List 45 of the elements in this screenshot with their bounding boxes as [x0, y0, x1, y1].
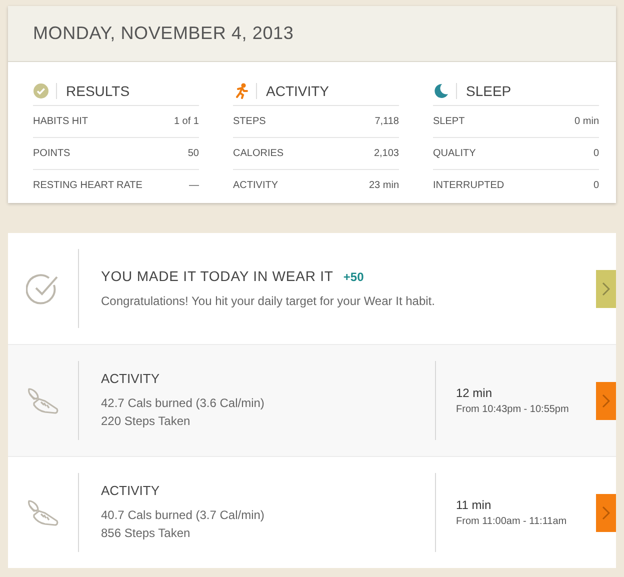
check-icon: [33, 82, 49, 98]
stat-value: 0 min: [574, 116, 599, 127]
stat-label: POINTS: [33, 148, 70, 159]
stat-label: HABITS HIT: [33, 116, 88, 127]
feed-text: Congratulations! You hit your daily target for your Wear It habit.: [101, 292, 436, 310]
stat-value: 1 of 1: [174, 116, 199, 127]
moon-icon: [433, 82, 449, 98]
feed-text: 42.7 Cals burned (3.6 Cal/min): [101, 395, 266, 412]
duration: 12 min: [456, 386, 494, 400]
stat-label: SLEPT: [433, 116, 465, 127]
points-label: +50: [343, 270, 364, 284]
stat-label: STEPS: [233, 116, 266, 127]
feed-text: 220 Steps Taken: [101, 413, 192, 430]
time-range: From 10:43pm - 10:55pm: [456, 404, 570, 415]
stat-value: 23 min: [368, 180, 399, 191]
section-title: SLEEP: [466, 82, 512, 98]
feed-title: ACTIVITY: [101, 483, 160, 498]
stat-label: CALORIES: [233, 148, 284, 159]
date-title: MONDAY, NOVEMBER 4, 2013: [33, 23, 294, 44]
stat-value: —: [189, 180, 199, 191]
stat-value: 0: [593, 148, 599, 159]
feed-title: ACTIVITY: [101, 371, 160, 386]
time-range: From 11:00am - 11:11am: [456, 516, 568, 527]
stat-value: 50: [188, 148, 199, 159]
stat-label: INTERRUPTED: [433, 180, 504, 191]
runner-icon: [233, 82, 249, 98]
details-button[interactable]: [596, 382, 616, 420]
checkmark-circle-icon: [26, 272, 60, 306]
chevron-right-icon: [602, 506, 610, 520]
chevron-right-icon: [602, 394, 610, 408]
stat-label: RESTING HEART RATE: [33, 180, 142, 191]
details-button[interactable]: [596, 494, 616, 532]
section-title: RESULTS: [66, 82, 130, 98]
feed-text: 40.7 Cals burned (3.7 Cal/min): [101, 507, 266, 524]
section-title: ACTIVITY: [266, 82, 330, 98]
chevron-right-icon: [602, 282, 610, 296]
feed-text: 856 Steps Taken: [101, 525, 192, 542]
duration: 11 min: [456, 498, 492, 512]
stat-value: 2,103: [374, 148, 399, 159]
details-button[interactable]: [596, 270, 616, 308]
stat-value: 0: [593, 180, 599, 191]
stat-label: QUALITY: [433, 148, 476, 159]
stat-value: 7,118: [374, 116, 399, 127]
stat-label: ACTIVITY: [233, 180, 278, 191]
feed-title: YOU MADE IT TODAY IN WEAR IT: [101, 268, 334, 284]
